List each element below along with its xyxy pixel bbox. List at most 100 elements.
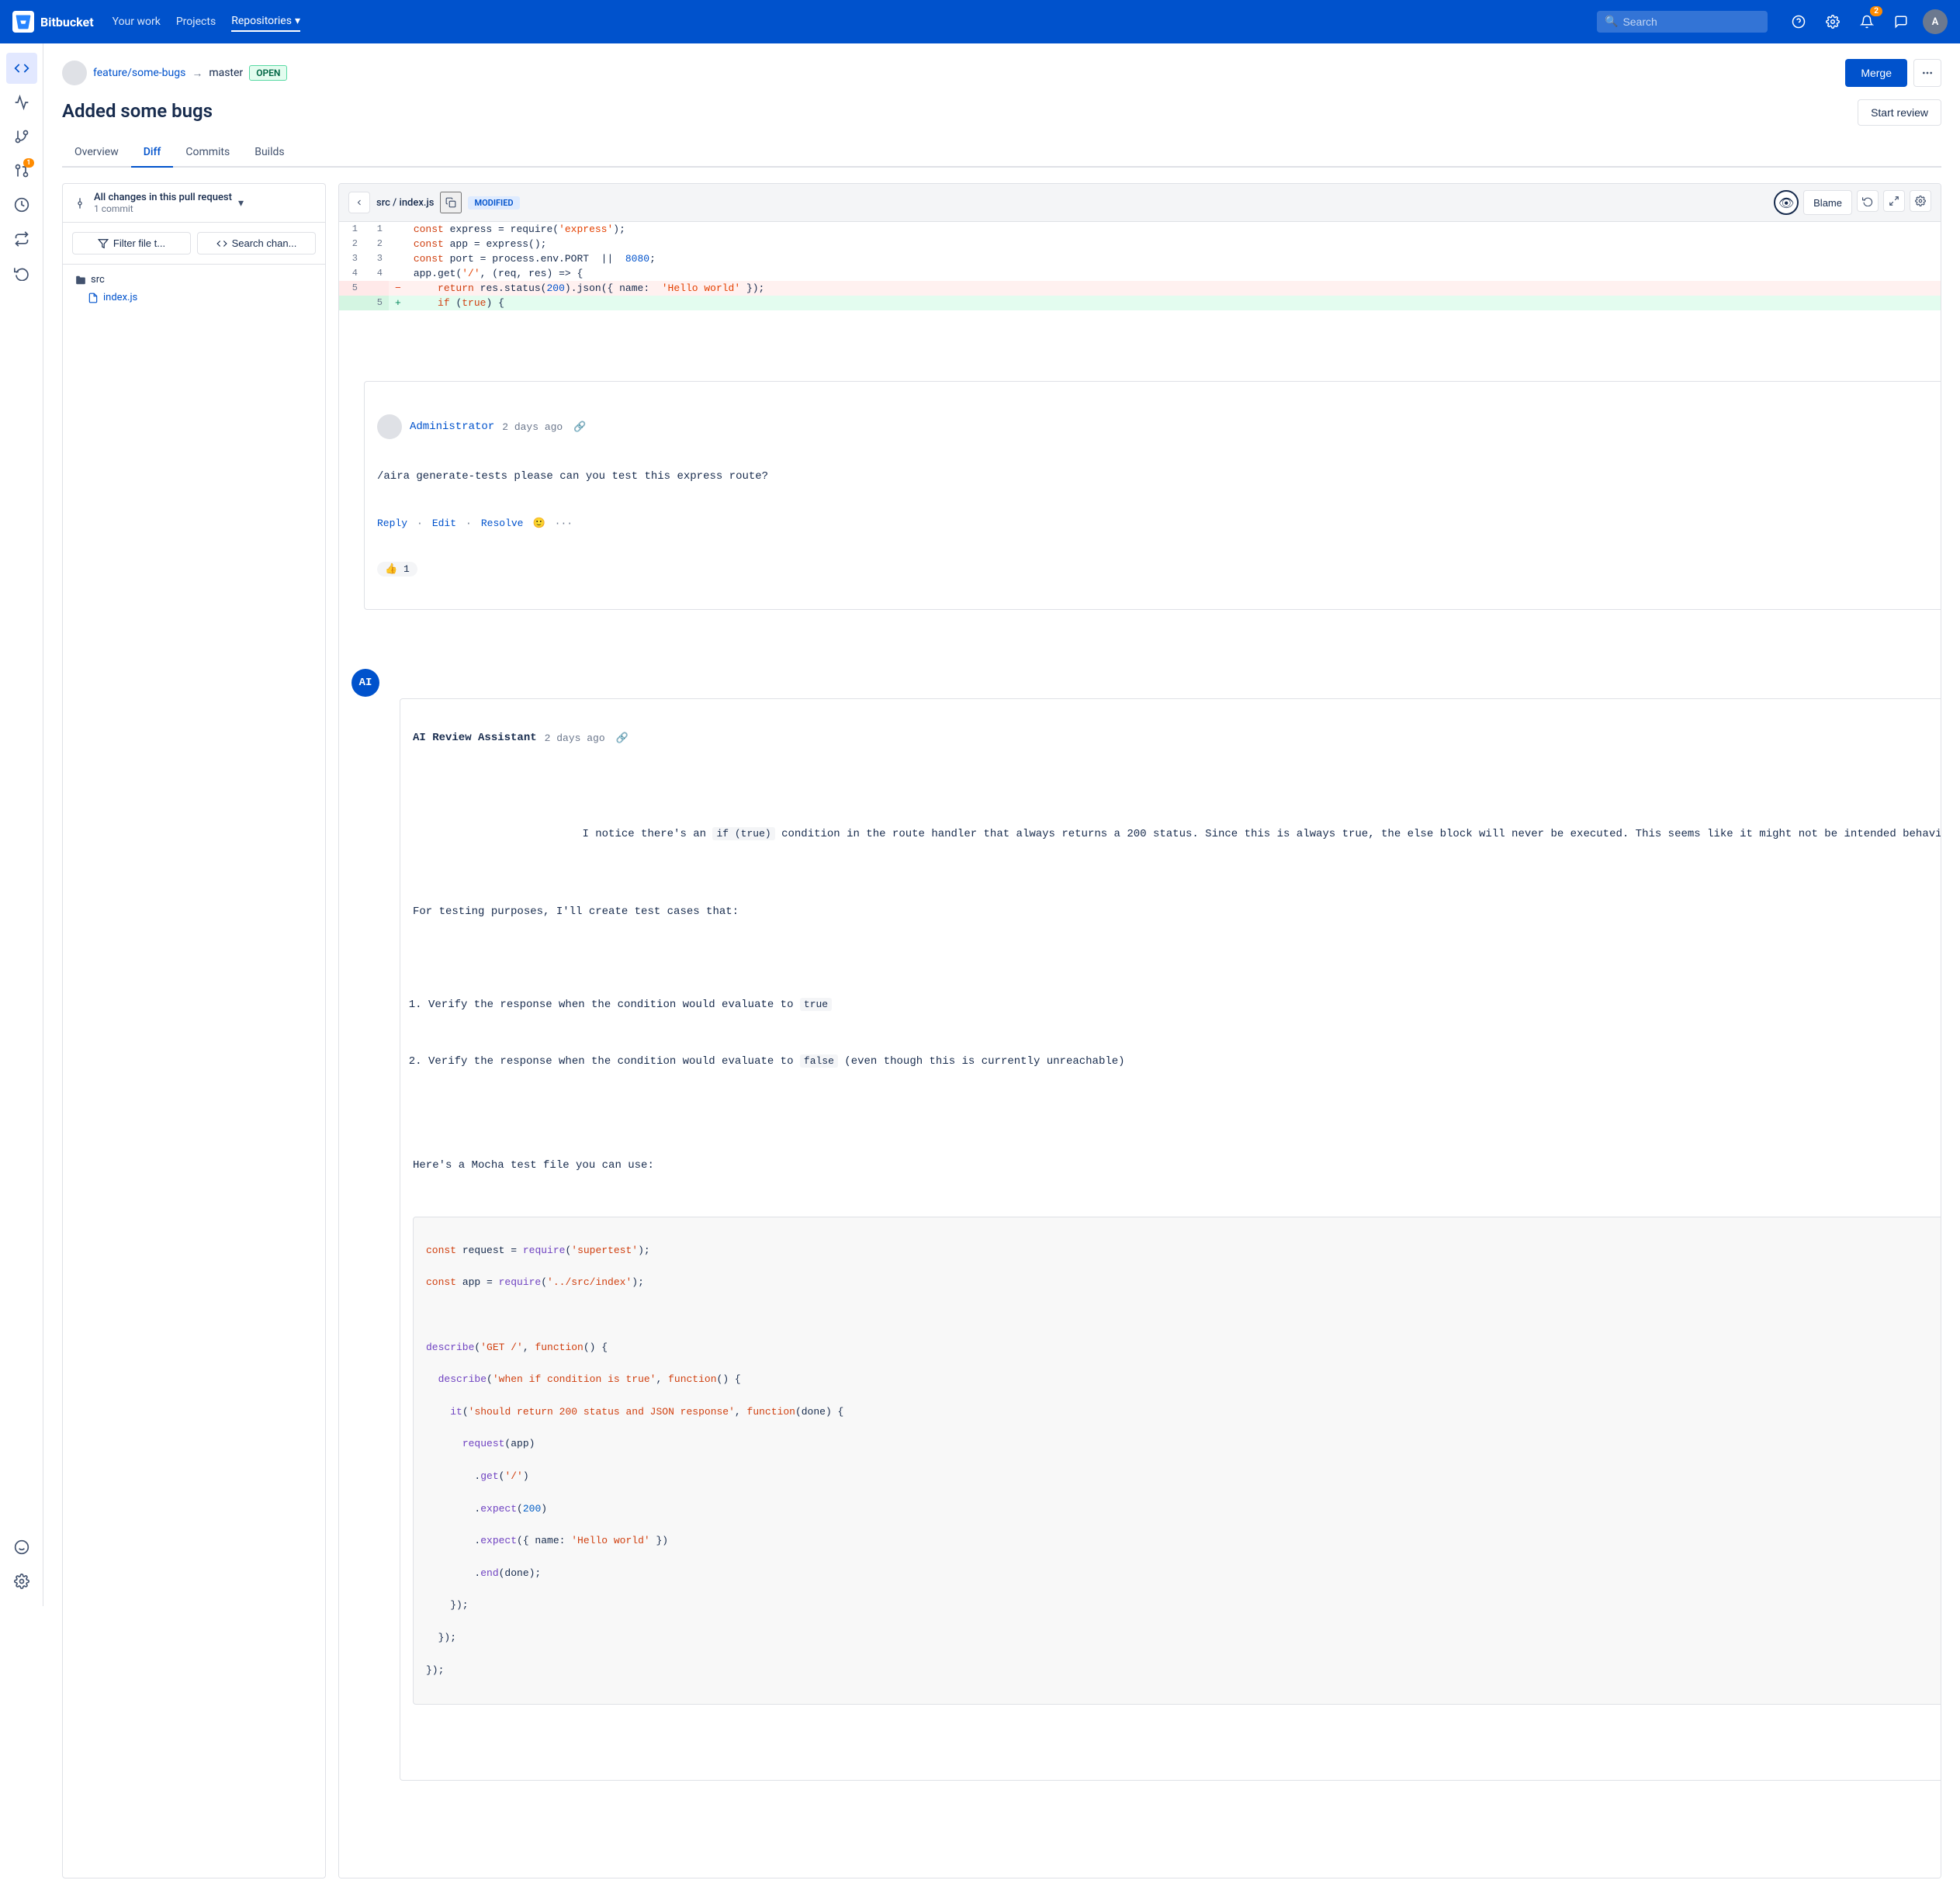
diff-marker-add: + (389, 296, 407, 310)
comment-link-icon[interactable]: 🔗 (573, 421, 586, 433)
line-content: const express = require('express'); (407, 222, 1941, 237)
search-changes-label: Search chan... (232, 237, 297, 249)
expand-file-button[interactable] (1883, 190, 1905, 212)
diff-scope-dropdown[interactable]: All changes in this pull request 1 commi… (63, 184, 325, 223)
nav-links: Your work Projects Repositories ▾ (113, 12, 300, 32)
line-num-new: 5 (364, 296, 389, 310)
start-review-area: Start review (1858, 99, 1941, 126)
emoji-reaction-button[interactable]: 🙂 (532, 518, 545, 529)
collapse-file-button[interactable] (348, 192, 370, 213)
search-changes-button[interactable]: Search chan... (197, 232, 316, 254)
sidebar-icon-branch[interactable] (6, 121, 37, 152)
main-content: feature/some-bugs → master OPEN Merge Ad… (43, 43, 1960, 1894)
ai-comment-box: AI Review Assistant 2 days ago 🔗 I notic… (400, 698, 1941, 1781)
diff-marker (389, 266, 407, 281)
ai-intro-paragraph: I notice there's an if (true) condition … (413, 808, 1941, 860)
ai-comment-header: AI Review Assistant 2 days ago 🔗 (400, 722, 1941, 750)
sidebar-icon-settings[interactable] (6, 1566, 37, 1597)
nav-repositories[interactable]: Repositories ▾ (231, 12, 300, 32)
ai-test-list: Verify the response when the condition w… (413, 961, 1941, 1110)
comment-more-button[interactable]: ··· (555, 518, 573, 529)
line-num-old: 4 (339, 266, 364, 281)
chevron-down-icon: ▾ (295, 15, 300, 27)
notifications-icon[interactable]: 2 (1854, 9, 1879, 34)
line-content: const app = express(); (407, 237, 1941, 251)
search-input[interactable] (1622, 16, 1760, 28)
nav-projects[interactable]: Projects (176, 12, 216, 31)
filter-file-button[interactable]: Filter file t... (72, 232, 191, 254)
logo-icon (12, 11, 34, 33)
diff-scope-info: All changes in this pull request 1 commi… (94, 192, 232, 214)
code-diff-table: 1 1 const express = require('express'); … (339, 222, 1941, 1878)
nav-your-work[interactable]: Your work (113, 12, 161, 31)
commenter-avatar (377, 414, 402, 439)
blame-button[interactable]: Blame (1803, 190, 1852, 215)
ai-mid-text: condition in the route handler that alwa… (775, 828, 1941, 840)
sidebar-icon-refresh[interactable] (6, 258, 37, 289)
line-num-old: 2 (339, 237, 364, 251)
line-content: const port = process.env.PORT || 8080; (407, 251, 1941, 266)
pr-from-branch[interactable]: feature/some-bugs (93, 67, 185, 79)
diff-marker-del: − (389, 281, 407, 296)
diff-viewer: src / index.js MODIFIED 👁 Blame (338, 183, 1941, 1878)
diff-scope-sub: 1 commit (94, 203, 232, 214)
line-content-deleted: return res.status(200).json({ name: 'Hel… (407, 281, 1941, 296)
help-icon[interactable] (1786, 9, 1811, 34)
line-num-new: 4 (364, 266, 389, 281)
pr-to-branch: master (209, 67, 243, 79)
reaction-thumbsup[interactable]: 👍 1 (377, 562, 417, 577)
code-line-4: 4 4 app.get('/', (req, res) => { (339, 266, 1941, 281)
ai-test-intro: For testing purposes, I'll create test c… (413, 903, 1941, 920)
ai-comment-row: AI AI Review Assistant 2 days ago 🔗 (351, 669, 1941, 1813)
resolve-action[interactable]: Resolve (481, 518, 524, 529)
notification-badge: 2 (1870, 6, 1882, 16)
pr-tabs: Overview Diff Commits Builds (62, 138, 1941, 168)
settings-icon[interactable] (1820, 9, 1845, 34)
tab-overview[interactable]: Overview (62, 138, 131, 168)
start-review-button[interactable]: Start review (1858, 99, 1941, 126)
sidebar-icon-deploy[interactable] (6, 223, 37, 254)
diff-file-tree: src index.js (63, 265, 325, 313)
file-tree-file[interactable]: index.js (69, 289, 319, 306)
sidebar-icon-face[interactable] (6, 1532, 37, 1563)
comment-body: /aira generate-tests please can you test… (365, 469, 1941, 491)
comment-thread-row: Administrator 2 days ago 🔗 ∨ /aira gener… (339, 310, 1941, 1878)
nav-actions: 2 A (1786, 9, 1948, 34)
user-avatar[interactable]: A (1923, 9, 1948, 34)
search-bar[interactable]: 🔍 (1597, 11, 1768, 33)
code-line-5-added: 5 + if (true) { (339, 296, 1941, 310)
diff-settings-button[interactable] (1910, 190, 1931, 212)
merge-button[interactable]: Merge (1845, 59, 1907, 87)
if-true-code: if (true) (712, 827, 774, 840)
sidebar-icon-pr[interactable]: 1 (6, 155, 37, 186)
tab-commits[interactable]: Commits (173, 138, 242, 168)
tab-builds[interactable]: Builds (242, 138, 296, 168)
comment-time: 2 days ago (502, 421, 563, 433)
ai-time: 2 days ago (545, 732, 605, 744)
comment-header: Administrator 2 days ago 🔗 ∨ (365, 405, 1941, 445)
logo[interactable]: Bitbucket (12, 11, 94, 33)
sidebar-icon-activity[interactable] (6, 87, 37, 118)
ai-link-icon[interactable]: 🔗 (616, 732, 629, 744)
ai-avatar: AI (351, 669, 379, 697)
diff-scope-label: All changes in this pull request (94, 192, 232, 203)
tab-diff[interactable]: Diff (131, 138, 174, 168)
ai-intro-text: I notice there's an (582, 828, 712, 840)
pr-actions: Merge (1845, 59, 1941, 87)
sidebar-icon-pipeline[interactable] (6, 189, 37, 220)
copy-path-button[interactable] (440, 192, 462, 213)
ai-body: I notice there's an if (true) condition … (400, 774, 1941, 1757)
pr-status-badge: OPEN (249, 65, 287, 81)
user-comment: Administrator 2 days ago 🔗 ∨ /aira gener… (364, 381, 1941, 610)
refresh-diff-button[interactable] (1857, 190, 1879, 212)
code-line-2: 2 2 const app = express(); (339, 237, 1941, 251)
watch-file-button[interactable]: 👁 (1774, 190, 1799, 215)
edit-action[interactable]: Edit (432, 518, 456, 529)
sidebar-icon-code[interactable] (6, 53, 37, 84)
line-num-old: 1 (339, 222, 364, 237)
reply-action[interactable]: Reply (377, 518, 407, 529)
logo-text: Bitbucket (40, 15, 94, 29)
true-code: true (800, 998, 832, 1011)
messages-icon[interactable] (1889, 9, 1913, 34)
more-options-button[interactable] (1913, 59, 1941, 87)
